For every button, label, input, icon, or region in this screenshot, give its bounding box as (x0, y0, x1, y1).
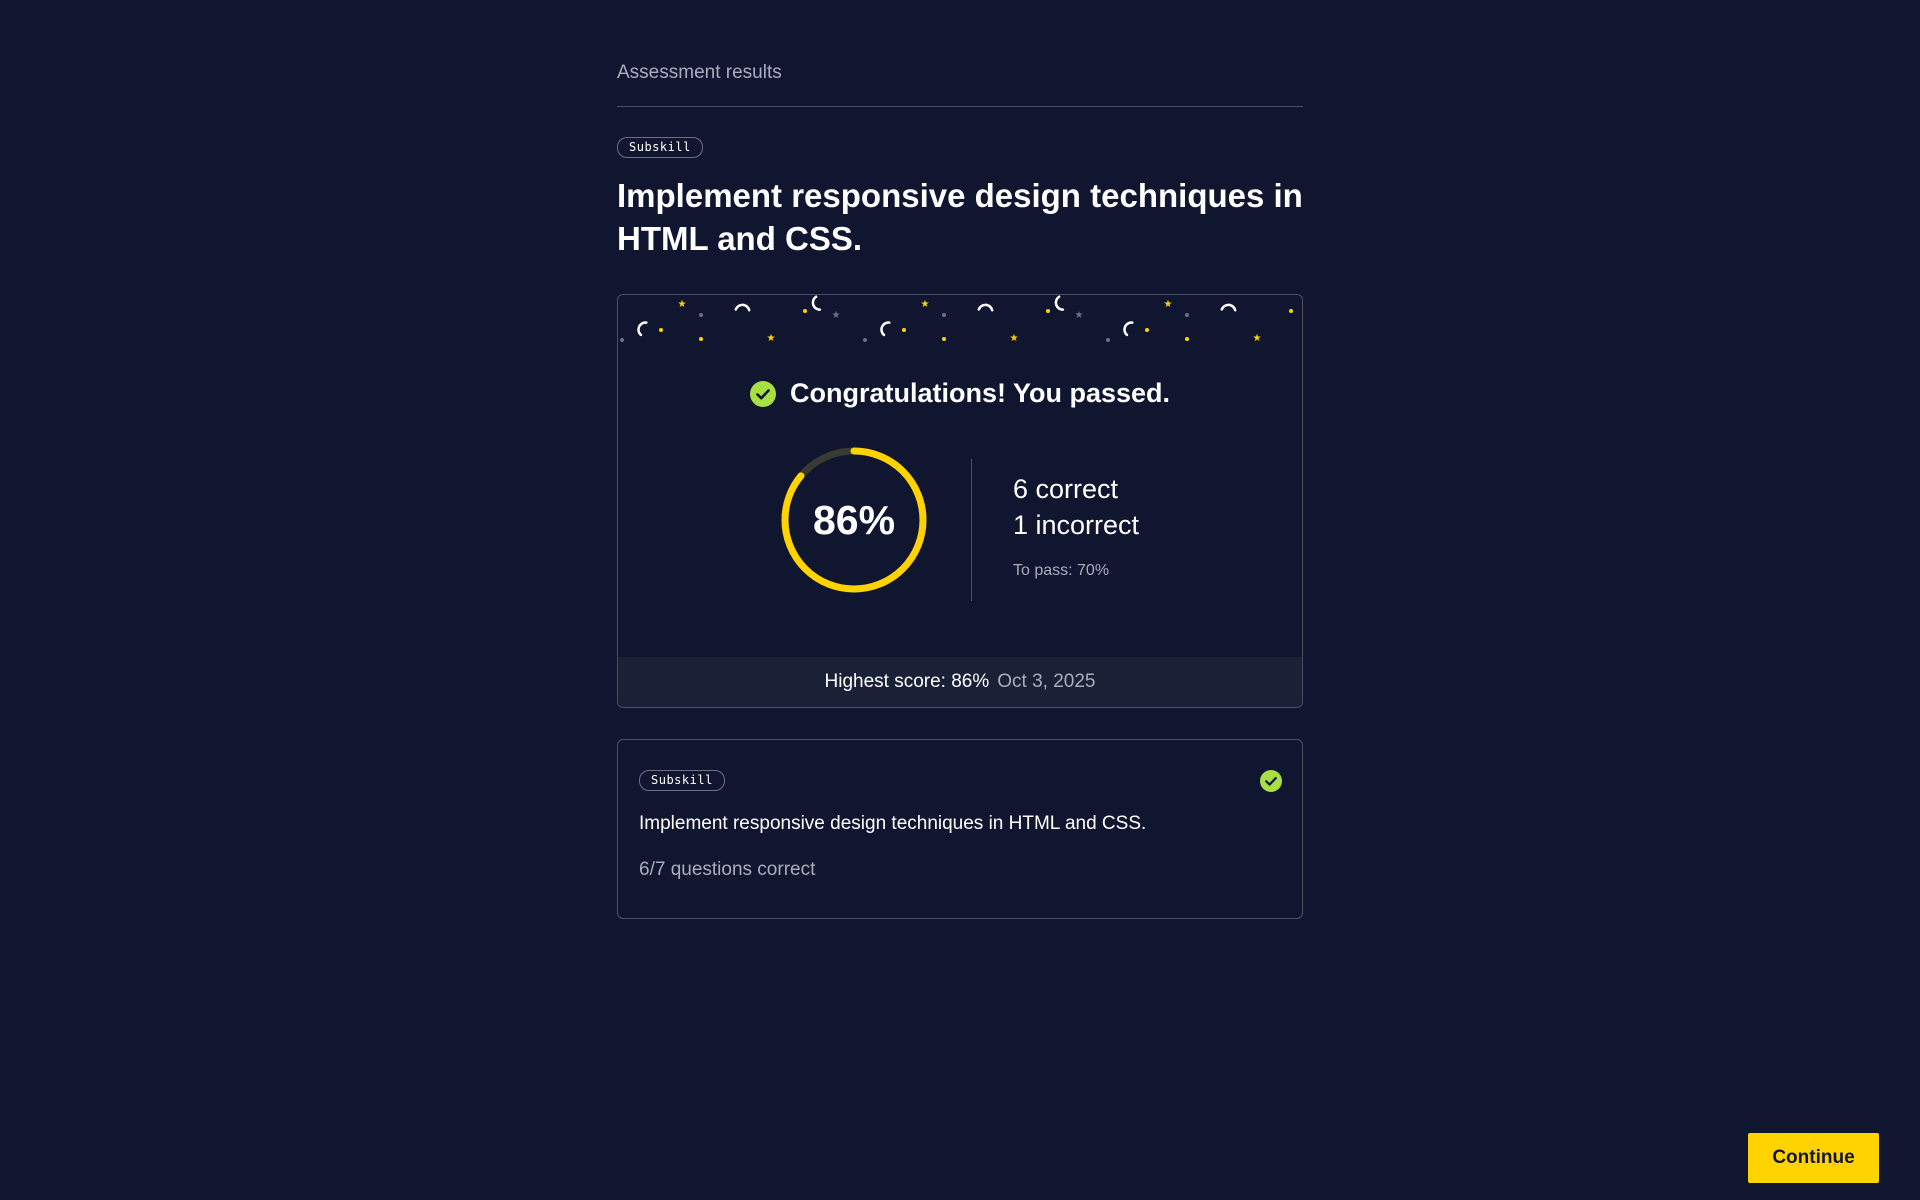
check-circle-icon (749, 381, 776, 407)
highest-score: Highest score: 86% (824, 671, 990, 692)
highest-score-bar: Highest score: 86% Oct 3, 2025 (618, 657, 1302, 707)
confetti-dot (620, 338, 624, 342)
page-header: Assessment results (617, 60, 1303, 107)
confetti-dot (1185, 313, 1189, 317)
confetti-star: ★ (921, 299, 930, 310)
confetti-dot (1046, 309, 1050, 313)
subskill-card-title: Implement responsive design techniques i… (639, 813, 1147, 834)
score-percent: 86% (812, 497, 896, 543)
confetti-streamer (1220, 303, 1237, 312)
pass-headline-text: Congratulations! You passed. (789, 378, 1171, 408)
assessment-results-page: Assessment results Subskill Implement re… (0, 0, 1920, 1200)
confetti-dot (942, 313, 946, 317)
confetti-dot (699, 337, 703, 341)
incorrect-count: 1 incorrect (1013, 510, 1140, 540)
confetti-star: ★ (832, 310, 841, 321)
confetti-dot (863, 338, 867, 342)
confetti-dot (1145, 328, 1149, 332)
subskill-card-tag: Subskill (639, 770, 725, 791)
confetti-streamer (977, 303, 994, 312)
confetti-dot (942, 337, 946, 341)
pass-threshold: To pass: 70% (1013, 562, 1110, 579)
highest-score-date: Oct 3, 2025 (997, 671, 1096, 692)
confetti-dot (803, 309, 807, 313)
result-card: ★ ★ ★ ★ ★ ★ ★ ★ Congratulations! You passed. 86… (617, 294, 1303, 708)
confetti-streamer (1054, 295, 1065, 311)
confetti-streamer (637, 321, 648, 337)
continue-button[interactable]: Continue (1748, 1133, 1879, 1183)
confetti-dot (902, 328, 906, 332)
confetti-star: ★ (1075, 310, 1084, 321)
confetti-star: ★ (767, 333, 776, 344)
stats-divider (971, 459, 972, 601)
confetti-dot (1185, 337, 1189, 341)
confetti-star: ★ (1010, 333, 1019, 344)
correct-count: 6 correct (1013, 474, 1119, 504)
score-ring: 86% (779, 445, 929, 595)
confetti-dot (699, 313, 703, 317)
subskill-card-progress: 6/7 questions correct (639, 859, 816, 880)
confetti-streamer (734, 303, 751, 312)
confetti-streamer (880, 321, 891, 337)
check-circle-icon (1260, 770, 1282, 792)
page-title: Assessment results (617, 62, 782, 83)
subskill-tag: Subskill (617, 137, 703, 158)
pass-headline: Congratulations! You passed. (618, 377, 1302, 409)
confetti-star: ★ (1253, 333, 1262, 344)
confetti-dot (659, 328, 663, 332)
confetti-dot (1106, 338, 1110, 342)
subskill-card[interactable]: Subskill Implement responsive design tec… (617, 739, 1303, 919)
confetti-dot (1289, 309, 1293, 313)
confetti-decoration: ★ ★ ★ ★ ★ ★ ★ ★ (620, 295, 1293, 344)
confetti-streamer (811, 295, 822, 311)
confetti-streamer (1123, 321, 1134, 337)
subskill-title: Implement responsive design techniques i… (617, 177, 1303, 257)
confetti-star: ★ (1164, 299, 1173, 310)
confetti-star: ★ (678, 299, 687, 310)
